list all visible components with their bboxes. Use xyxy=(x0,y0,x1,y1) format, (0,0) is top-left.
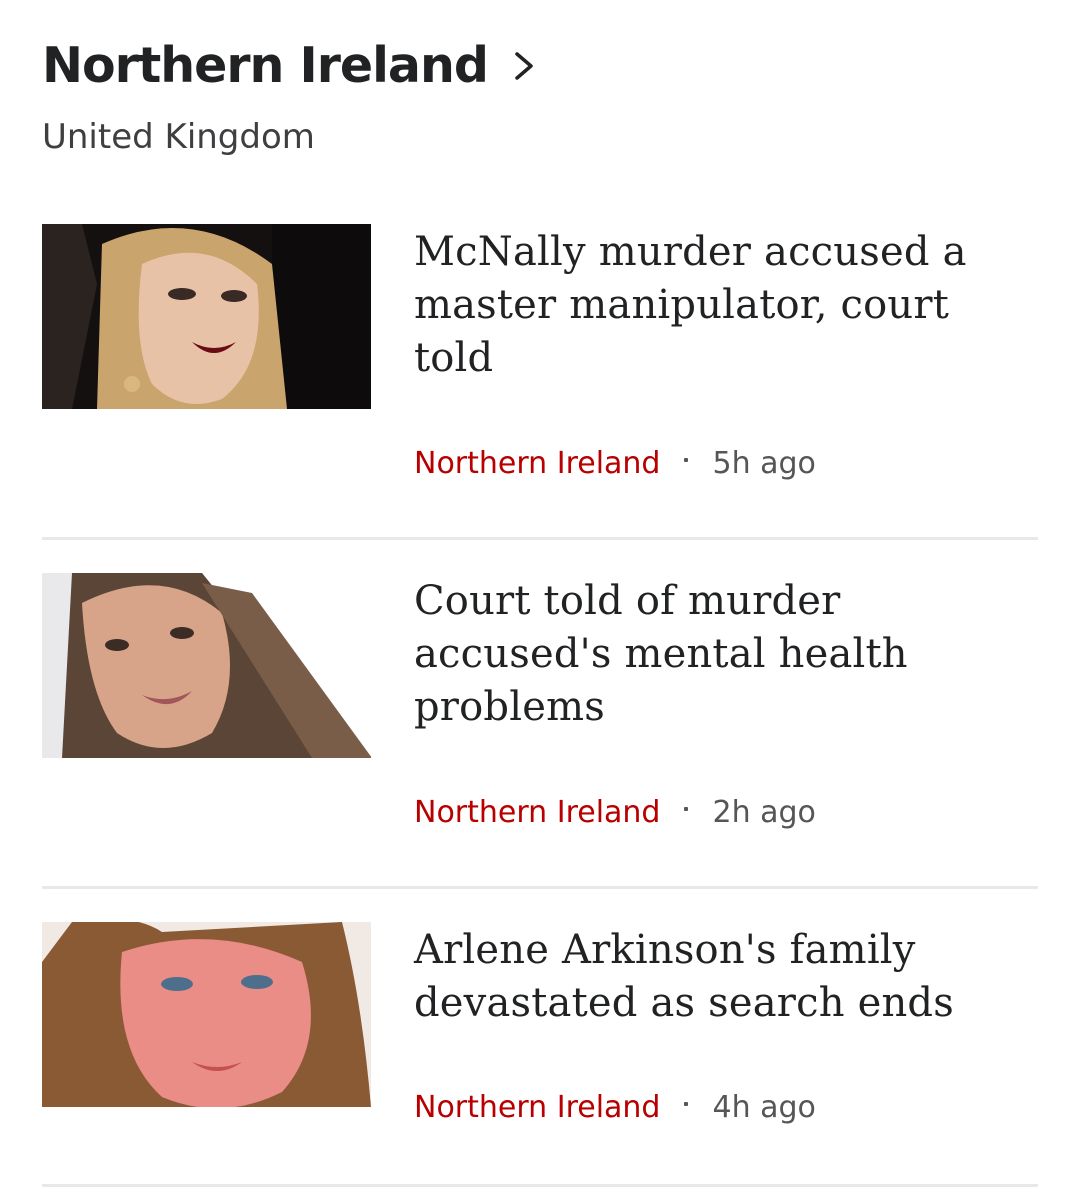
divider xyxy=(42,537,1038,540)
story-thumbnail xyxy=(42,573,371,758)
story-section-tag[interactable]: Northern Ireland xyxy=(414,444,660,484)
separator-dot xyxy=(684,1102,689,1106)
story-meta: Northern Ireland 5h ago xyxy=(414,444,816,484)
story-timestamp: 2h ago xyxy=(712,795,816,830)
story-headline[interactable]: McNally murder accused a master manipula… xyxy=(414,226,994,385)
story-headline[interactable]: Arlene Arkinson's family devastated as s… xyxy=(414,924,994,1030)
story-headline[interactable]: Court told of murder accused's mental he… xyxy=(414,575,994,734)
story-thumbnail xyxy=(42,922,371,1107)
story-card[interactable]: McNally murder accused a master manipula… xyxy=(42,224,1038,494)
section-subtitle: United Kingdom xyxy=(42,117,315,157)
divider xyxy=(42,1184,1038,1187)
story-meta: Northern Ireland 4h ago xyxy=(414,1088,816,1128)
story-card[interactable]: Arlene Arkinson's family devastated as s… xyxy=(42,922,1038,1125)
story-card[interactable]: Court told of murder accused's mental he… xyxy=(42,573,1038,843)
story-section-tag[interactable]: Northern Ireland xyxy=(414,1088,660,1128)
story-thumbnail xyxy=(42,224,371,409)
story-section-tag[interactable]: Northern Ireland xyxy=(414,793,660,833)
section-header-link[interactable]: Northern Ireland xyxy=(42,36,538,96)
story-timestamp: 4h ago xyxy=(712,1090,816,1125)
divider xyxy=(42,886,1038,889)
separator-dot xyxy=(684,458,689,462)
story-timestamp: 5h ago xyxy=(712,446,816,481)
story-meta: Northern Ireland 2h ago xyxy=(414,793,816,833)
chevron-right-icon xyxy=(512,46,538,86)
separator-dot xyxy=(684,807,689,811)
section-title: Northern Ireland xyxy=(42,37,489,94)
